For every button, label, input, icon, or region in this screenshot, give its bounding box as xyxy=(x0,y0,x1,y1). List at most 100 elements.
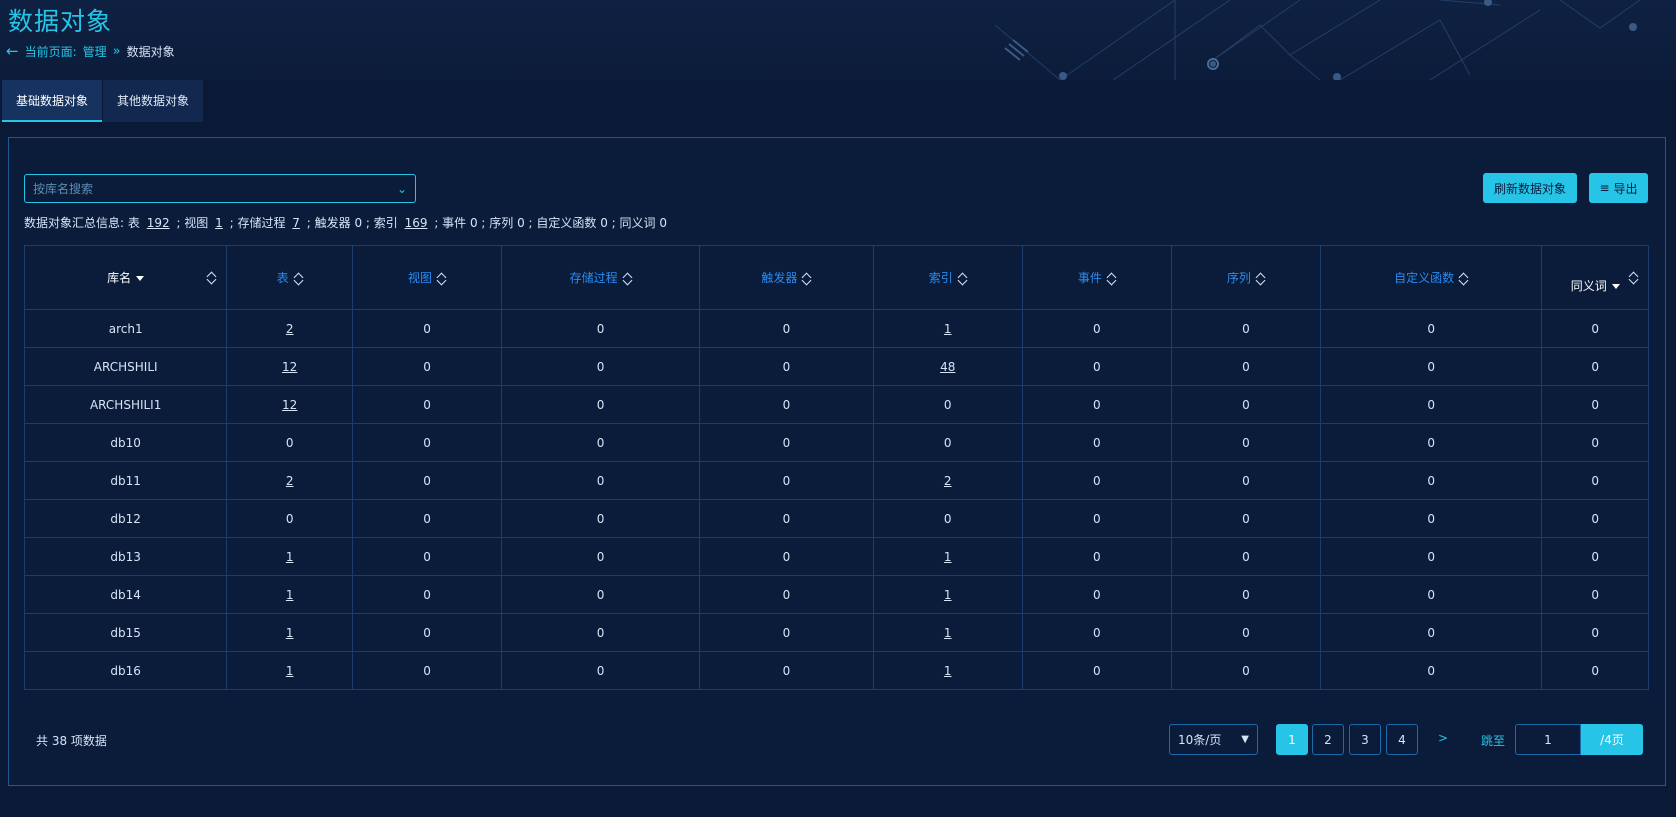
caret-down-icon[interactable] xyxy=(1611,284,1620,289)
next-page-button[interactable]: > xyxy=(1438,731,1448,745)
count-link[interactable]: 1 xyxy=(286,588,294,602)
col-header-table[interactable]: 表 xyxy=(226,245,353,310)
table-row: ARCHSHILI 12 0 0 0 48 0 0 0 0 xyxy=(23,347,1649,386)
table-cell: db10 xyxy=(23,423,228,462)
page-button-4[interactable]: 4 xyxy=(1386,724,1418,755)
col-header-db-name[interactable]: 库名 xyxy=(23,245,228,310)
sort-icon[interactable] xyxy=(959,272,967,285)
caret-down-icon[interactable] xyxy=(136,276,145,281)
breadcrumb-current: 数据对象 xyxy=(126,45,175,59)
count-link[interactable]: 1 xyxy=(944,550,952,564)
col-header-event[interactable]: 事件 xyxy=(1021,245,1172,310)
refresh-button[interactable]: 刷新数据对象 xyxy=(1483,173,1577,203)
double-chevron-icon: » xyxy=(112,44,121,59)
table-cell: 1 xyxy=(226,651,353,690)
table-cell: 0 xyxy=(1170,423,1321,462)
table-cell: 0 xyxy=(1541,575,1649,614)
table-cell: 0 xyxy=(699,461,874,500)
table-cell: 0 xyxy=(1319,423,1543,462)
count-link[interactable]: 2 xyxy=(286,322,294,336)
col-header-sequence[interactable]: 序列 xyxy=(1170,245,1321,310)
summary-proc-count[interactable]: 7 xyxy=(292,216,300,230)
summary-table-count[interactable]: 192 xyxy=(147,216,170,230)
sort-icon[interactable] xyxy=(295,272,303,285)
count-link[interactable]: 48 xyxy=(940,360,955,374)
col-header-view[interactable]: 视图 xyxy=(351,245,503,310)
table-cell: 1 xyxy=(872,309,1023,348)
count-link[interactable]: 2 xyxy=(286,474,294,488)
table-cell: 0 xyxy=(1170,461,1321,500)
jump-page-input[interactable] xyxy=(1515,724,1581,755)
count-link[interactable]: 1 xyxy=(944,626,952,640)
sort-icon[interactable] xyxy=(1257,272,1265,285)
tab-other-objects[interactable]: 其他数据对象 xyxy=(103,80,204,122)
table-cell: 0 xyxy=(1021,651,1172,690)
table-cell: 0 xyxy=(872,385,1023,424)
col-header-function[interactable]: 自定义函数 xyxy=(1319,245,1543,310)
sort-icon[interactable] xyxy=(624,272,632,285)
table-cell: 0 xyxy=(1021,613,1172,652)
table-cell: 0 xyxy=(351,499,503,538)
table-cell: 2 xyxy=(226,461,353,500)
col-header-index[interactable]: 索引 xyxy=(872,245,1023,310)
sort-icon[interactable] xyxy=(208,271,216,284)
search-input[interactable] xyxy=(33,181,397,196)
count-link[interactable]: 1 xyxy=(944,322,952,336)
breadcrumb-parent-link[interactable]: 管理 xyxy=(83,43,107,60)
table-cell: 0 xyxy=(1021,575,1172,614)
page-button-2[interactable]: 2 xyxy=(1312,724,1344,755)
count-link[interactable]: 1 xyxy=(286,664,294,678)
summary-view-label: ; 视图 xyxy=(176,216,209,230)
table-row: db11 2 0 0 0 2 0 0 0 0 xyxy=(23,461,1649,500)
data-objects-table: 库名 表 视图 存储过程 触发器 索引 事件 序列 自定义函数 同义词 arch… xyxy=(23,245,1649,690)
table-cell: 0 xyxy=(1170,385,1321,424)
sort-icon[interactable] xyxy=(803,272,811,285)
table-cell: 0 xyxy=(501,651,701,690)
menu-icon: ≡ xyxy=(1599,181,1610,195)
table-cell: 0 xyxy=(1170,347,1321,386)
page-button-3[interactable]: 3 xyxy=(1349,724,1381,755)
sort-icon[interactable] xyxy=(1630,271,1638,284)
table-cell: 1 xyxy=(872,613,1023,652)
summary-view-count[interactable]: 1 xyxy=(215,216,223,230)
chevron-down-icon[interactable]: ⌄ xyxy=(397,182,407,196)
count-link[interactable]: 1 xyxy=(944,588,952,602)
table-cell: db12 xyxy=(23,499,228,538)
summary-table-label: 表 xyxy=(127,216,140,230)
table-cell: 1 xyxy=(872,537,1023,576)
page-size-select[interactable]: 10条/页 ▼ xyxy=(1169,724,1258,755)
table-cell: 0 xyxy=(351,575,503,614)
sort-icon[interactable] xyxy=(1108,272,1116,285)
table-cell: 1 xyxy=(226,537,353,576)
tab-basic-objects[interactable]: 基础数据对象 xyxy=(2,80,103,122)
count-link[interactable]: 1 xyxy=(944,664,952,678)
table-cell: 12 xyxy=(226,385,353,424)
table-cell: 0 xyxy=(699,347,874,386)
table-row: db12 0 0 0 0 0 0 0 0 0 xyxy=(23,499,1649,538)
back-arrow-icon[interactable]: ← xyxy=(6,44,19,59)
sort-icon[interactable] xyxy=(438,272,446,285)
table-cell: 2 xyxy=(872,461,1023,500)
export-button[interactable]: ≡ 导出 xyxy=(1589,173,1648,203)
table-cell: 0 xyxy=(501,499,701,538)
count-link[interactable]: 1 xyxy=(286,550,294,564)
col-header-synonym[interactable]: 同义词 xyxy=(1541,245,1649,310)
db-search-select[interactable]: ⌄ xyxy=(24,174,416,203)
sort-icon[interactable] xyxy=(1460,272,1468,285)
summary-index-count[interactable]: 169 xyxy=(405,216,428,230)
count-link[interactable]: 12 xyxy=(282,360,297,374)
page-button-1[interactable]: 1 xyxy=(1276,724,1308,755)
count-link[interactable]: 1 xyxy=(286,626,294,640)
count-link[interactable]: 2 xyxy=(944,474,952,488)
table-cell: 0 xyxy=(699,385,874,424)
count-link[interactable]: 12 xyxy=(282,398,297,412)
total-count: 共 38 项数据 xyxy=(36,734,107,748)
table-cell: 0 xyxy=(699,537,874,576)
col-header-trigger[interactable]: 触发器 xyxy=(699,245,874,310)
table-cell: ARCHSHILI xyxy=(23,347,228,386)
breadcrumb: ← 当前页面: 管理 » 数据对象 xyxy=(6,43,175,60)
table-cell: 0 xyxy=(1021,385,1172,424)
col-header-procedure[interactable]: 存储过程 xyxy=(501,245,701,310)
table-cell: 0 xyxy=(501,423,701,462)
table-cell: db13 xyxy=(23,537,228,576)
